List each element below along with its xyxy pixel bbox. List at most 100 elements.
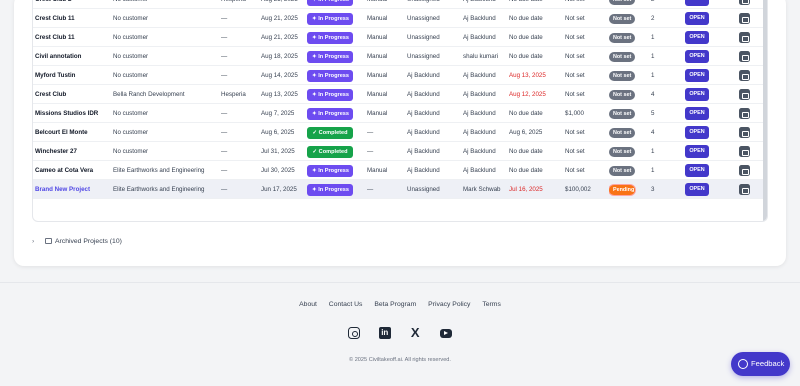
archive-project-icon[interactable] [739, 184, 750, 195]
archive-cell [739, 28, 753, 47]
footer-link-about[interactable]: About [299, 301, 317, 308]
project-file-count: 2 [651, 0, 663, 9]
linkedin-icon[interactable]: in [378, 327, 391, 339]
open-project-button[interactable]: OPEN [685, 164, 709, 177]
footer-link-contact[interactable]: Contact Us [329, 301, 363, 308]
archive-project-icon[interactable] [739, 70, 750, 81]
table-row[interactable]: Myford Tustin No customer — Aug 14, 2025 ✦ I… [33, 66, 765, 85]
project-customer: No customer [113, 72, 149, 79]
project-value: $100,002 [565, 186, 591, 193]
status-label: In Progress [318, 72, 350, 79]
priority-badge: Not set [609, 70, 635, 81]
project-source: Manual [367, 53, 388, 60]
x-icon[interactable]: X [409, 326, 421, 339]
project-location: — [221, 110, 228, 117]
project-assignee: Unassigned [407, 53, 440, 60]
table-row[interactable]: Belcourt El Monte No customer — Aug 6, 2025… [33, 123, 765, 142]
open-project-button[interactable]: OPEN [685, 107, 709, 120]
status-label: In Progress [318, 91, 350, 98]
project-customer: Elite Earthworks and Engineering [113, 186, 205, 193]
open-project-button[interactable]: OPEN [685, 31, 709, 44]
project-created-date: Aug 7, 2025 [261, 110, 295, 117]
table-row[interactable]: Brand New Project Elite Earthworks and En… [33, 180, 765, 199]
project-value: Not set [565, 167, 585, 174]
project-value: Not set [565, 91, 585, 98]
table-row[interactable]: Winchester 27 No customer — Jul 31, 2025 ✓ C… [33, 142, 765, 161]
archive-project-icon[interactable] [739, 51, 750, 62]
project-source: — [367, 186, 374, 193]
project-created-date: Jul 30, 2025 [261, 167, 295, 174]
status-cell: ✦ In Progress [307, 104, 357, 123]
project-name[interactable]: Brand New Project [35, 180, 111, 199]
project-name: Crest Club 11 [35, 34, 75, 41]
table-row[interactable]: Civil annotation No customer — Aug 18, 2025… [33, 47, 765, 66]
footer-link-beta[interactable]: Beta Program [374, 301, 416, 308]
open-project-button[interactable]: OPEN [685, 50, 709, 63]
priority-badge: Not set [609, 32, 635, 43]
footer-link-privacy[interactable]: Privacy Policy [428, 301, 470, 308]
table-row[interactable]: Missions Studios IDR No customer — Aug 7, 2… [33, 104, 765, 123]
project-assignee: Unassigned [407, 34, 440, 41]
archive-project-icon[interactable] [739, 13, 750, 24]
open-project-button[interactable]: OPEN [685, 0, 709, 6]
project-source: Manual [367, 91, 388, 98]
open-project-button[interactable]: OPEN [685, 88, 709, 101]
priority-cell: Not set [609, 28, 643, 47]
project-value: Not set [565, 34, 585, 41]
priority-badge: Not set [609, 127, 635, 138]
footer-link-terms[interactable]: Terms [482, 301, 501, 308]
status-cell: ✓ Completed [307, 123, 357, 142]
archived-projects-toggle[interactable]: › Archived Projects (10) [32, 236, 122, 248]
chevron-right-icon: › [32, 238, 35, 245]
open-cell: OPEN [685, 104, 711, 123]
priority-badge: Not set [609, 146, 635, 157]
table-scrollbar[interactable] [763, 0, 767, 221]
project-location: — [221, 72, 228, 79]
archive-cell [739, 104, 753, 123]
table-row[interactable]: Crest Club 2No customerHesperiaAug 21, 2… [33, 0, 765, 9]
project-assignee: Aj Backlund [407, 148, 440, 155]
project-customer: No customer [113, 15, 149, 22]
status-badge: ✦ In Progress [307, 183, 353, 196]
open-project-button[interactable]: OPEN [685, 145, 709, 158]
open-project-button[interactable]: OPEN [685, 183, 709, 196]
archive-project-icon[interactable] [739, 127, 750, 138]
table-row[interactable]: Crest Club 11 No customer — Aug 21, 2025 ✦ I… [33, 28, 765, 47]
project-customer: No customer [113, 148, 149, 155]
archive-cell [739, 123, 753, 142]
project-due-date: No due date [509, 110, 543, 117]
table-row[interactable]: Crest Club Bella Ranch Development Hesperi… [33, 85, 765, 104]
status-badge: ✦ In Progress [307, 12, 353, 25]
project-assignee: Aj Backlund [407, 91, 440, 98]
project-customer: Elite Earthworks and Engineering [113, 167, 205, 174]
archive-project-icon[interactable] [739, 146, 750, 157]
project-customer: No customer [113, 110, 149, 117]
project-file-count: 5 [651, 110, 655, 117]
archive-project-icon[interactable] [739, 165, 750, 176]
archive-cell [739, 85, 753, 104]
instagram-icon[interactable] [348, 327, 361, 339]
feedback-button[interactable]: Feedback [731, 352, 790, 376]
project-location: Hesperia [221, 91, 246, 98]
table-row[interactable]: Crest Club 11 No customer — Aug 21, 2025 ✦ I… [33, 9, 765, 28]
table-row[interactable]: Cameo at Cota Vera Elite Earthworks and E… [33, 161, 765, 180]
project-created-date: Aug 18, 2025 [261, 53, 298, 60]
open-project-button[interactable]: OPEN [685, 12, 709, 25]
priority-cell: Not set [609, 142, 643, 161]
archive-project-icon[interactable] [739, 32, 750, 43]
project-location: — [221, 15, 228, 22]
open-project-button[interactable]: OPEN [685, 69, 709, 82]
project-value: Not set [565, 0, 605, 9]
open-project-button[interactable]: OPEN [685, 126, 709, 139]
archive-project-icon[interactable] [739, 89, 750, 100]
archive-project-icon[interactable] [739, 0, 750, 5]
project-created-date: Aug 13, 2025 [261, 91, 298, 98]
feedback-label: Feedback [751, 359, 785, 368]
project-source: Manual [367, 110, 388, 117]
open-cell: OPEN [685, 28, 711, 47]
youtube-icon[interactable] [439, 328, 452, 338]
archive-project-icon[interactable] [739, 108, 750, 119]
project-source: — [367, 148, 374, 155]
project-name: Crest Club 2 [35, 0, 111, 9]
archived-projects-label: Archived Projects (10) [55, 238, 122, 245]
